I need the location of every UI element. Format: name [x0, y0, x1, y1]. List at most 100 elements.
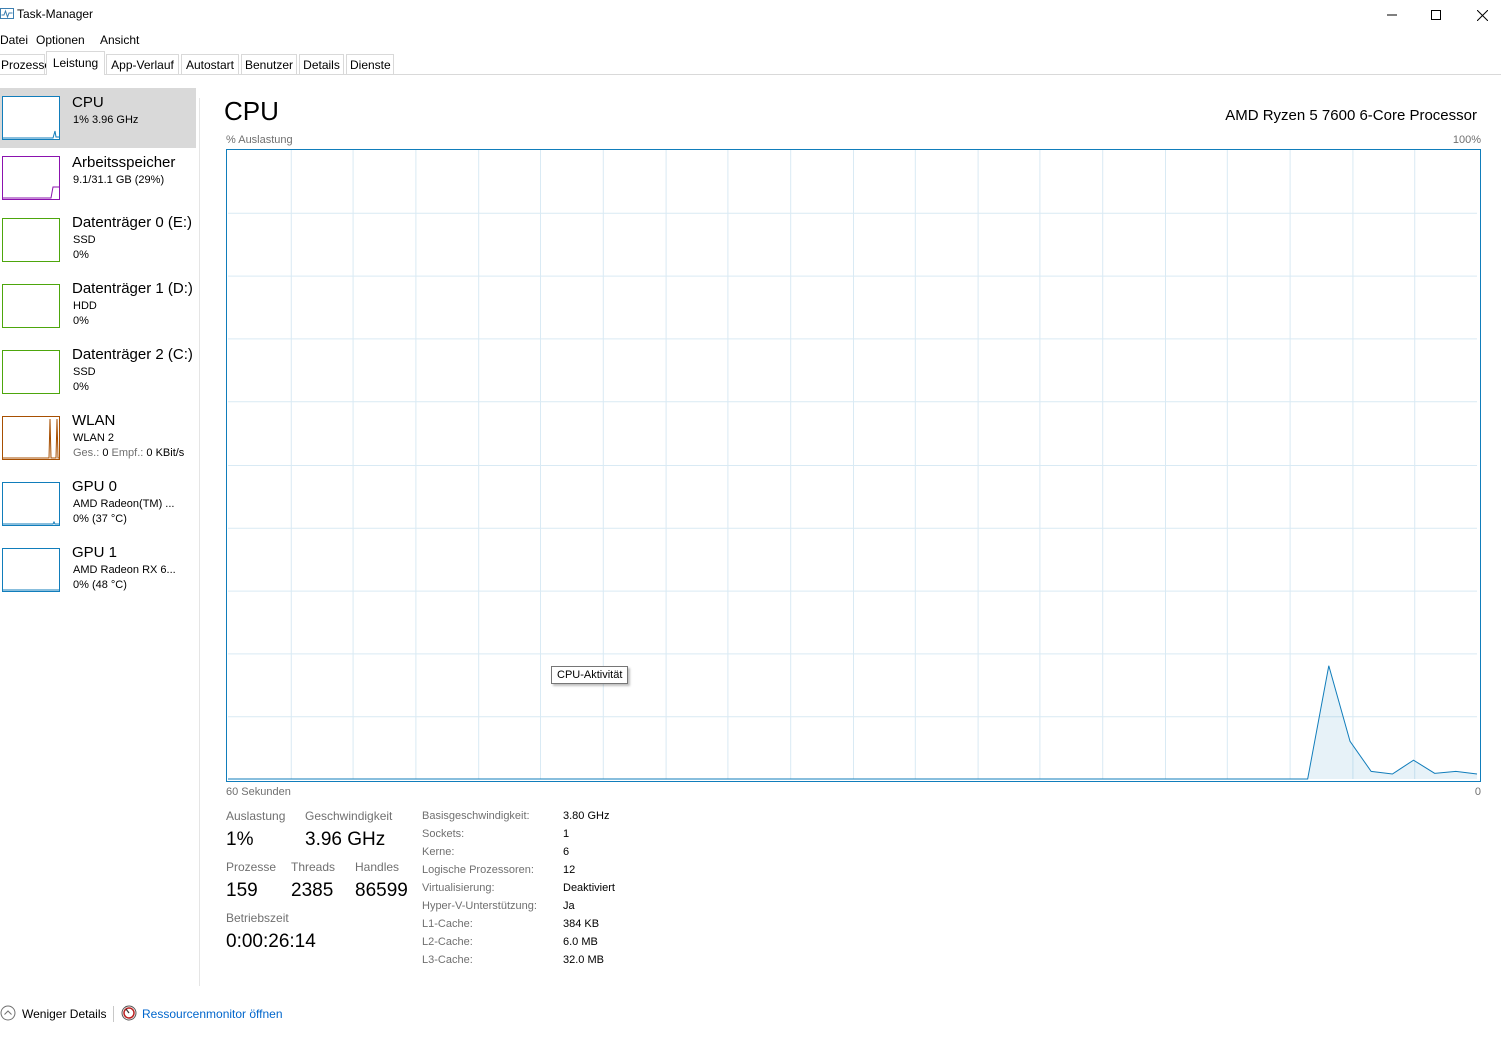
close-button[interactable] [1459, 0, 1501, 30]
sidebar-item-subtitle: 9.1/31.1 GB (29%) [73, 174, 165, 186]
gpu-1-thumbnail [2, 548, 60, 592]
processor-name: AMD Ryzen 5 7600 6-Core Processor [1225, 107, 1477, 124]
utilization-value: 1% [226, 829, 254, 850]
sidebar-item-memory[interactable]: Arbeitsspeicher 9.1/31.1 GB (29%) [0, 148, 196, 208]
detail-key: Hyper-V-Unterstützung: [422, 900, 537, 912]
graph-y-label: % Auslastung [226, 134, 293, 146]
sidebar-item-gpu-0[interactable]: GPU 0 AMD Radeon(TM) ... 0% (37 °C) [0, 472, 196, 538]
sidebar-item-subtitle: HDD [73, 300, 97, 312]
tab-leistung[interactable]: Leistung [46, 51, 105, 75]
graph-tooltip: CPU-Aktivität [551, 666, 629, 684]
processes-label: Prozesse [226, 860, 277, 874]
cpu-thumbnail [2, 96, 60, 140]
sidebar-item-subtitle: WLAN 2 [73, 432, 114, 444]
sidebar-item-subtitle: SSD [73, 234, 96, 246]
detail-value: 12 [563, 864, 576, 876]
sidebar-item-title: Datenträger 1 (D:) [72, 280, 193, 297]
tab-dienste[interactable]: Dienste [346, 54, 394, 74]
sidebar-item-title: GPU 0 [72, 478, 118, 495]
sidebar-item-title: Datenträger 2 (C:) [72, 346, 193, 363]
page-title: CPU [224, 96, 279, 126]
detail-value: 32.0 MB [563, 954, 604, 966]
resource-monitor-label: Ressourcenmonitor öffnen [142, 1007, 283, 1021]
footer-divider [113, 1006, 114, 1022]
sidebar-item-value: 0% (48 °C) [73, 579, 127, 591]
sidebar-item-disk-2[interactable]: Datenträger 2 (C:) SSD 0% [0, 340, 196, 406]
sidebar-item-value: Ges.: 0 Empf.: 0 KBit/s [73, 447, 184, 459]
detail-value: Ja [563, 900, 575, 912]
maximize-icon [1431, 10, 1441, 20]
detail-key: Logische Prozessoren: [422, 864, 534, 876]
sidebar-item-wlan[interactable]: WLAN WLAN 2 Ges.: 0 Empf.: 0 KBit/s [0, 406, 196, 472]
detail-value: 1 [563, 828, 570, 840]
sidebar-item-value: 0% [73, 381, 89, 393]
graph-max-label: 100% [1452, 134, 1481, 146]
detail-key: Kerne: [422, 846, 455, 858]
maximize-button[interactable] [1413, 0, 1459, 30]
handles-value: 86599 [355, 880, 408, 901]
detail-value: 384 KB [563, 918, 600, 930]
wlan-recv-value: 0 KBit/s [146, 447, 185, 459]
disk-2-thumbnail [2, 350, 60, 394]
wlan-mini-graph [3, 418, 59, 459]
detail-key: Sockets: [422, 828, 465, 840]
handles-label: Handles [355, 860, 400, 874]
fewer-details-button[interactable]: Weniger Details [0, 1004, 110, 1024]
sidebar-item-subtitle: AMD Radeon(TM) ... [73, 498, 175, 510]
menu-datei[interactable]: Datei [0, 33, 28, 47]
sidebar-item-title: GPU 1 [72, 544, 118, 561]
minimize-button[interactable] [1369, 0, 1415, 30]
tab-prozesse[interactable]: Prozesse [0, 54, 51, 74]
detail-key: Basisgeschwindigkeit: [422, 810, 530, 822]
close-icon [1476, 9, 1488, 21]
processes-value: 159 [226, 880, 258, 901]
detail-value: 6.0 MB [563, 936, 598, 948]
task-manager-icon [0, 8, 14, 19]
cpu-usage-graph[interactable] [226, 149, 1481, 782]
sidebar-item-disk-1[interactable]: Datenträger 1 (D:) HDD 0% [0, 274, 196, 340]
uptime-value: 0:00:26:14 [226, 931, 316, 952]
detail-key: L1-Cache: [422, 918, 473, 930]
sidebar-item-subtitle: 1% 3.96 GHz [73, 114, 139, 126]
tab-details[interactable]: Details [299, 54, 344, 74]
menu-optionen[interactable]: Optionen [36, 33, 85, 47]
wlan-sent-label: Ges.: [73, 447, 100, 459]
detail-value: 6 [563, 846, 570, 858]
graph-grid [227, 150, 1478, 780]
disk-0-thumbnail [2, 218, 60, 262]
detail-value: 3.80 GHz [563, 810, 610, 822]
sidebar-item-title: Datenträger 0 (E:) [72, 214, 193, 231]
sidebar-item-subtitle: AMD Radeon RX 6... [73, 564, 176, 576]
sidebar-item-cpu[interactable]: CPU 1% 3.96 GHz [0, 88, 196, 148]
sidebar-item-disk-0[interactable]: Datenträger 0 (E:) SSD 0% [0, 208, 196, 274]
menu-ansicht[interactable]: Ansicht [100, 33, 139, 47]
detail-key: L2-Cache: [422, 936, 473, 948]
graph-min-label: 0 [1474, 786, 1481, 798]
tab-app-verlauf[interactable]: App-Verlauf [106, 54, 179, 74]
memory-mini-graph [3, 186, 59, 199]
threads-label: Threads [291, 860, 336, 874]
resource-monitor-link[interactable]: Ressourcenmonitor öffnen [121, 1004, 291, 1024]
sidebar-item-title: WLAN [72, 412, 116, 429]
graph-time-label: 60 Sekunden [226, 786, 291, 798]
tab-benutzer[interactable]: Benutzer [241, 54, 297, 74]
utilization-label: Auslastung [226, 809, 286, 823]
fewer-details-label: Weniger Details [22, 1007, 107, 1021]
sidebar-item-gpu-1[interactable]: GPU 1 AMD Radeon RX 6... 0% (48 °C) [0, 538, 196, 604]
sidebar-item-subtitle: SSD [73, 366, 96, 378]
wlan-recv-label: Empf.: [111, 447, 144, 459]
wlan-thumbnail [2, 416, 60, 460]
sidebar-item-title: CPU [72, 94, 104, 111]
threads-value: 2385 [291, 880, 334, 901]
sidebar-separator [199, 98, 200, 986]
sidebar-item-value: 0% (37 °C) [73, 513, 127, 525]
uptime-label: Betriebszeit [226, 911, 289, 925]
speed-label: Geschwindigkeit [305, 809, 393, 823]
sidebar-item-value: 0% [73, 315, 89, 327]
sidebar-item-title: Arbeitsspeicher [72, 154, 176, 171]
memory-thumbnail [2, 156, 60, 200]
disk-1-thumbnail [2, 284, 60, 328]
cpu-mini-graph [3, 130, 59, 139]
tab-autostart[interactable]: Autostart [181, 54, 239, 74]
chevron-up-icon [0, 1005, 16, 1021]
